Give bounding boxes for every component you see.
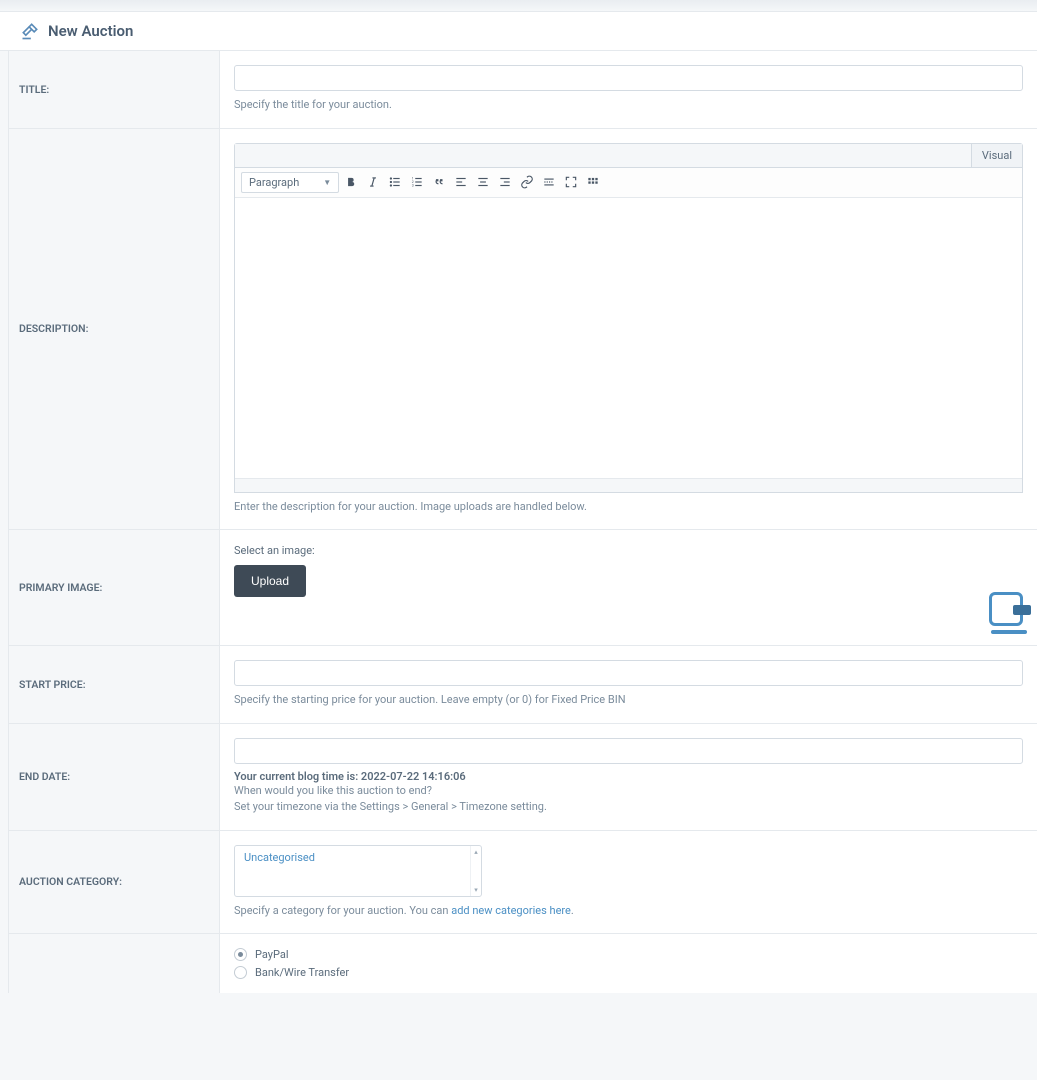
- editor-statusbar: [235, 478, 1022, 492]
- readmore-button[interactable]: [539, 172, 559, 192]
- start-price-input[interactable]: [234, 660, 1023, 686]
- label-start-price: START PRICE:: [9, 646, 220, 724]
- window-topbar: [0, 0, 1037, 12]
- description-help: Enter the description for your auction. …: [234, 499, 1023, 516]
- row-payment: PayPal Bank/Wire Transfer: [8, 934, 1037, 993]
- row-title: TITLE: Specify the title for your auctio…: [8, 51, 1037, 129]
- numbered-list-button[interactable]: 123: [407, 172, 427, 192]
- row-primary-image: PRIMARY IMAGE: Select an image: Upload: [8, 530, 1037, 646]
- svg-text:3: 3: [412, 184, 414, 188]
- category-help: Specify a category for your auction. You…: [234, 903, 1023, 920]
- radio-icon: [234, 966, 247, 979]
- editor-textarea[interactable]: [235, 198, 1022, 478]
- align-center-button[interactable]: [473, 172, 493, 192]
- label-auction-category: AUCTION CATEGORY:: [9, 831, 220, 935]
- row-start-price: START PRICE: Specify the starting price …: [8, 646, 1037, 724]
- chat-widget[interactable]: [989, 592, 1037, 640]
- auction-gavel-icon: [20, 21, 40, 41]
- fullscreen-button[interactable]: [561, 172, 581, 192]
- label-primary-image: PRIMARY IMAGE:: [9, 530, 220, 646]
- rich-text-editor: Visual Paragraph▼ 123: [234, 143, 1023, 493]
- add-categories-link[interactable]: add new categories here: [451, 904, 571, 917]
- bold-button[interactable]: [341, 172, 361, 192]
- payment-option-bankwire[interactable]: Bank/Wire Transfer: [234, 966, 1023, 979]
- editor-tab-visual[interactable]: Visual: [971, 144, 1022, 167]
- end-date-help-2: Set your timezone via the Settings > Gen…: [234, 799, 1023, 816]
- toolbar-toggle-button[interactable]: [583, 172, 603, 192]
- row-auction-category: AUCTION CATEGORY: Uncategorised ▴▾ Speci…: [8, 831, 1037, 935]
- align-left-button[interactable]: [451, 172, 471, 192]
- label-end-date: END DATE:: [9, 724, 220, 831]
- editor-toolbar: Paragraph▼ 123: [235, 168, 1022, 198]
- label-payment: [9, 934, 220, 993]
- row-end-date: END DATE: Your current blog time is: 202…: [8, 724, 1037, 831]
- row-description: DESCRIPTION: Visual Paragraph▼ 123: [8, 129, 1037, 531]
- upload-button[interactable]: Upload: [234, 565, 306, 597]
- link-button[interactable]: [517, 172, 537, 192]
- end-date-help-1: When would you like this auction to end?: [234, 783, 1023, 800]
- format-select[interactable]: Paragraph▼: [241, 172, 339, 193]
- page-title: New Auction: [48, 22, 133, 40]
- select-image-label: Select an image:: [234, 544, 1023, 557]
- end-date-current-time: Your current blog time is: 2022-07-22 14…: [234, 770, 1023, 783]
- blockquote-button[interactable]: [429, 172, 449, 192]
- italic-button[interactable]: [363, 172, 383, 192]
- radio-icon: [234, 948, 247, 961]
- title-help: Specify the title for your auction.: [234, 97, 1023, 114]
- title-input[interactable]: [234, 65, 1023, 91]
- category-listbox[interactable]: Uncategorised ▴▾: [234, 845, 482, 897]
- category-scrollbar[interactable]: ▴▾: [470, 846, 481, 896]
- align-right-button[interactable]: [495, 172, 515, 192]
- bullet-list-button[interactable]: [385, 172, 405, 192]
- end-date-input[interactable]: [234, 738, 1023, 764]
- label-title: TITLE:: [9, 51, 220, 129]
- page-header: New Auction: [0, 12, 1037, 51]
- start-price-help: Specify the starting price for your auct…: [234, 692, 1023, 709]
- label-description: DESCRIPTION:: [9, 129, 220, 531]
- payment-option-paypal[interactable]: PayPal: [234, 948, 1023, 961]
- category-option[interactable]: Uncategorised: [235, 846, 481, 869]
